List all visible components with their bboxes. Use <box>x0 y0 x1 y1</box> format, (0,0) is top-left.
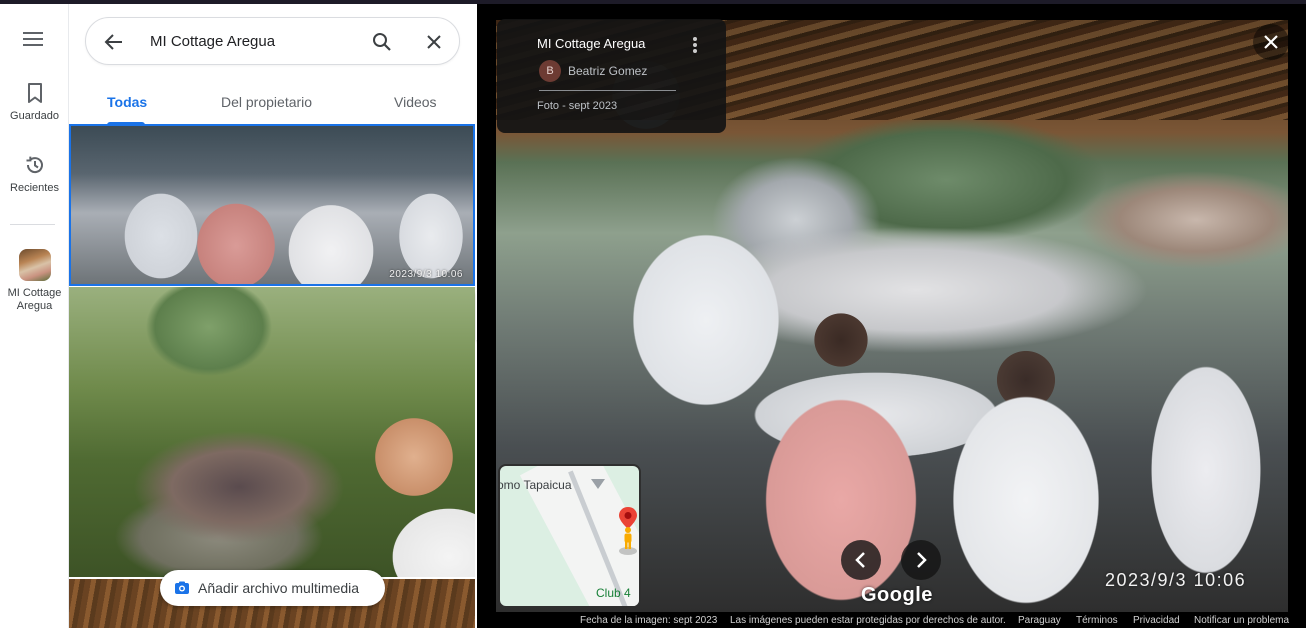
footer-privacy-link[interactable]: Privacidad <box>1133 615 1180 626</box>
photo-gallery: 2023/9/3 10:06 <box>69 124 476 628</box>
minimap-label-bottom: Club 4 <box>596 586 631 600</box>
photo-title[interactable]: MI Cottage Aregua <box>537 36 645 51</box>
author-avatar[interactable]: B <box>539 60 561 82</box>
back-arrow-icon[interactable] <box>102 30 126 54</box>
card-divider <box>539 90 676 91</box>
add-photo-icon <box>175 581 189 594</box>
more-options-icon[interactable] <box>692 37 698 55</box>
recents-button[interactable]: Recientes <box>0 154 69 195</box>
saved-button[interactable]: Guardado <box>0 82 69 123</box>
author-name[interactable]: Beatriz Gomez <box>568 64 647 78</box>
tab-todas[interactable]: Todas <box>107 94 147 110</box>
add-media-button[interactable]: Añadir archivo multimedia <box>160 570 385 606</box>
minimap[interactable]: omo Tapaicua Club 4 <box>498 464 641 608</box>
photo-tabs: Todas Del propietario Videos <box>69 82 476 125</box>
next-photo-button[interactable] <box>901 540 941 580</box>
search-input[interactable]: MI Cottage Aregua <box>150 33 275 50</box>
camera-timestamp: 2023/9/3 10:06 <box>1105 570 1247 590</box>
search-box: MI Cottage Aregua <box>85 17 460 65</box>
photo-viewer: MI Cottage Aregua B Beatriz Gomez Foto -… <box>477 4 1306 628</box>
footer-terms-link[interactable]: Términos <box>1076 615 1118 626</box>
nav-rail: Guardado Recientes MI Cottage Aregua <box>0 4 69 628</box>
tab-videos[interactable]: Videos <box>394 94 437 110</box>
side-panel: MI Cottage Aregua Todas Del propietario … <box>69 4 476 628</box>
footer-image-date: Fecha de la imagen: sept 2023 <box>580 615 718 626</box>
gallery-photo-selected[interactable]: 2023/9/3 10:06 <box>69 124 475 286</box>
app: Guardado Recientes MI Cottage Aregua MI … <box>0 0 1306 628</box>
place-thumbnail <box>18 249 51 281</box>
close-icon <box>1264 35 1278 49</box>
saved-label: Guardado <box>10 110 59 122</box>
add-media-label: Añadir archivo multimedia <box>198 580 360 596</box>
gallery-photo[interactable] <box>69 287 475 577</box>
recent-place-item[interactable]: MI Cottage Aregua <box>0 249 69 313</box>
footer-country[interactable]: Paraguay <box>1018 615 1061 626</box>
clear-icon[interactable] <box>422 30 446 54</box>
close-viewer-button[interactable] <box>1253 24 1289 60</box>
place-label: MI Cottage Aregua <box>7 287 62 312</box>
bookmark-icon <box>27 83 42 103</box>
rail-divider <box>10 224 55 225</box>
minimap-label-top: omo Tapaicua <box>498 478 572 492</box>
previous-photo-button[interactable] <box>841 540 881 580</box>
search-icon[interactable] <box>370 30 394 54</box>
history-icon <box>25 156 43 174</box>
chevron-left-icon <box>855 552 865 568</box>
footer-bar: Fecha de la imagen: sept 2023 Las imágen… <box>477 613 1306 628</box>
menu-icon[interactable] <box>20 28 46 52</box>
photo-timestamp: 2023/9/3 10:06 <box>389 269 463 280</box>
photo-info-card: MI Cottage Aregua B Beatriz Gomez Foto -… <box>497 19 726 133</box>
minimap-marker-icon <box>591 479 605 489</box>
tab-owner[interactable]: Del propietario <box>221 94 312 110</box>
pegman-icon <box>619 527 637 555</box>
chevron-right-icon <box>917 552 927 568</box>
google-logo: Google <box>861 584 933 606</box>
photo-date: Foto - sept 2023 <box>537 100 618 112</box>
footer-report-link[interactable]: Notificar un problema <box>1194 615 1289 626</box>
footer-copyright: Las imágenes pueden estar protegidas por… <box>730 615 1006 626</box>
recents-label: Recientes <box>10 182 59 194</box>
